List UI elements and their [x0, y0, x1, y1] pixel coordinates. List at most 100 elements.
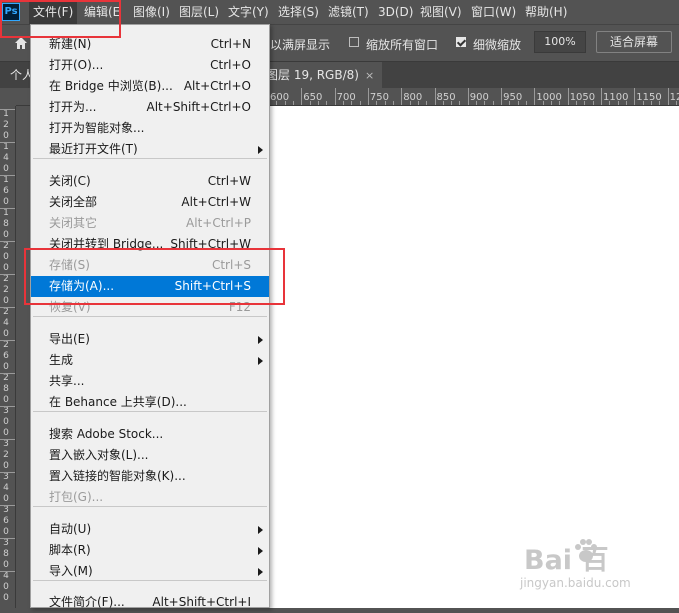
menu-bar: Ps 文件(F) 编辑(E 图像(I) 图层(L) 文字(Y) 选择(S) 滤镜… — [0, 0, 679, 24]
menu-item: 关闭其它 Alt+Ctrl+P — [31, 213, 269, 234]
ruler-label: 4 — [3, 318, 9, 328]
ruler-label: 0 — [3, 329, 9, 339]
menu-item-shortcut: Alt+Ctrl+W — [181, 195, 251, 209]
ruler-tick — [667, 88, 669, 105]
menu-item[interactable]: 最近打开文件(T) — [31, 139, 269, 160]
ruler-minor-tick — [409, 101, 411, 105]
ruler-tick — [467, 88, 469, 105]
ruler-tick — [501, 88, 503, 105]
menu-item[interactable]: 关闭并转到 Bridge... Shift+Ctrl+W — [31, 234, 269, 255]
close-icon[interactable]: × — [365, 69, 374, 82]
menu-item-label: 关闭(C) — [49, 174, 91, 188]
menu-item[interactable]: 搜索 Adobe Stock... — [31, 424, 269, 445]
ruler-minor-tick — [559, 101, 561, 105]
menu-item[interactable]: 在 Bridge 中浏览(B)... Alt+Ctrl+O — [31, 76, 269, 97]
menu-item-shortcut: Alt+Shift+Ctrl+I — [152, 595, 251, 609]
menu-item-shortcut: Ctrl+W — [207, 174, 251, 188]
ruler-label: 3 — [3, 538, 9, 548]
ruler-tick — [0, 406, 15, 407]
menu-type[interactable]: 文字(Y) — [224, 0, 273, 24]
menu-separator — [33, 316, 267, 317]
ruler-tick — [0, 109, 15, 110]
ruler-minor-tick — [392, 101, 394, 105]
menu-item-label: 生成 — [49, 353, 74, 367]
ruler-label: 0 — [3, 252, 9, 262]
menu-file[interactable]: 文件(F) — [29, 0, 78, 24]
ruler-label: 750 — [369, 92, 389, 103]
submenu-arrow-icon — [258, 357, 263, 365]
ruler-label: 3 — [3, 505, 9, 515]
menu-item-shortcut: Shift+Ctrl+S — [174, 279, 251, 293]
menu-item[interactable]: 在 Behance 上共享(D)... — [31, 392, 269, 413]
menu-item[interactable]: 关闭全部 Alt+Ctrl+W — [31, 192, 269, 213]
ruler-tick — [0, 241, 15, 242]
fit-all-checkbox[interactable] — [349, 37, 359, 47]
zoom-level-field[interactable]: 100% — [534, 31, 586, 53]
menu-item[interactable]: 打开(O)... Ctrl+O — [31, 55, 269, 76]
scrubby-zoom-checkbox[interactable] — [456, 37, 466, 47]
ruler-label: 6 — [3, 186, 9, 196]
menu-item[interactable]: 打开为智能对象... — [31, 118, 269, 139]
menu-edit[interactable]: 编辑(E — [80, 0, 124, 24]
menu-item[interactable]: 新建(N) Ctrl+N — [31, 34, 269, 55]
menu-help[interactable]: 帮助(H) — [521, 0, 571, 24]
menu-item[interactable]: 脚本(R) — [31, 540, 269, 561]
menu-select[interactable]: 选择(S) — [274, 0, 323, 24]
menu-item[interactable]: 关闭(C) Ctrl+W — [31, 171, 269, 192]
tab-document-title: 图层 19, RGB/8) — [266, 68, 359, 82]
menu-item-label: 置入嵌入对象(L)... — [49, 448, 149, 462]
ruler-minor-tick — [551, 101, 553, 105]
fit-screen-button[interactable]: 适合屏幕 — [596, 31, 672, 53]
ruler-label: 1 — [3, 175, 9, 185]
ruler-label: 2 — [3, 373, 9, 383]
home-icon[interactable] — [14, 36, 28, 50]
ruler-label: 1000 — [536, 92, 562, 103]
ruler-tick — [301, 88, 303, 105]
ruler-label: 1050 — [569, 92, 596, 103]
ruler-minor-tick — [326, 101, 328, 105]
ruler-label: 6 — [3, 351, 9, 361]
menu-item[interactable]: 打开为... Alt+Shift+Ctrl+O — [31, 97, 269, 118]
ruler-label: 2 — [3, 120, 9, 130]
menu-item[interactable]: 生成 — [31, 350, 269, 371]
menu-filter[interactable]: 滤镜(T) — [324, 0, 373, 24]
menu-item-shortcut: Alt+Shift+Ctrl+O — [146, 100, 251, 114]
submenu-arrow-icon — [258, 146, 263, 154]
menu-item[interactable]: 导出(E) — [31, 329, 269, 350]
menu-separator — [33, 158, 267, 159]
menu-image[interactable]: 图像(I) — [129, 0, 174, 24]
menu-item-label: 打开为智能对象... — [49, 121, 145, 135]
menu-item-shortcut: Alt+Ctrl+P — [186, 216, 251, 230]
ruler-minor-tick — [309, 101, 311, 105]
menu-3d[interactable]: 3D(D) — [374, 0, 417, 24]
menu-item-label: 自动(U) — [49, 522, 92, 536]
paw-icon — [575, 539, 597, 562]
submenu-arrow-icon — [258, 547, 263, 555]
ruler-label: 12 — [669, 92, 679, 103]
menu-item[interactable]: 置入嵌入对象(L)... — [31, 445, 269, 466]
ruler-minor-tick — [284, 101, 286, 105]
menu-item[interactable]: 置入链接的智能对象(K)... — [31, 466, 269, 487]
menu-item[interactable]: 导入(M) — [31, 561, 269, 582]
menu-item-label: 恢复(V) — [49, 300, 91, 314]
ruler-label: 8 — [3, 549, 9, 559]
ruler-label: 4 — [3, 483, 9, 493]
ruler-minor-tick — [659, 101, 661, 105]
ruler-label: 2 — [3, 450, 9, 460]
ruler-tick — [0, 175, 15, 176]
menu-item[interactable]: 自动(U) — [31, 519, 269, 540]
menu-item[interactable]: 存储为(A)... Shift+Ctrl+S — [31, 276, 269, 297]
ruler-tick — [0, 142, 15, 143]
ruler-label: 1 — [3, 109, 9, 119]
ruler-minor-tick — [417, 101, 419, 105]
submenu-arrow-icon — [258, 568, 263, 576]
vertical-ruler: 1201401601802002202402602803003203403603… — [0, 106, 16, 608]
menu-item-shortcut: Ctrl+O — [210, 58, 251, 72]
menu-window[interactable]: 窗口(W) — [467, 0, 520, 24]
ruler-tick — [0, 307, 15, 308]
menu-view[interactable]: 视图(V) — [416, 0, 466, 24]
tab-document[interactable]: 图层 19, RGB/8) × — [258, 62, 383, 88]
menu-item[interactable]: 共享... — [31, 371, 269, 392]
menu-item[interactable]: 文件简介(F)... Alt+Shift+Ctrl+I — [31, 592, 269, 613]
menu-layer[interactable]: 图层(L) — [175, 0, 223, 24]
